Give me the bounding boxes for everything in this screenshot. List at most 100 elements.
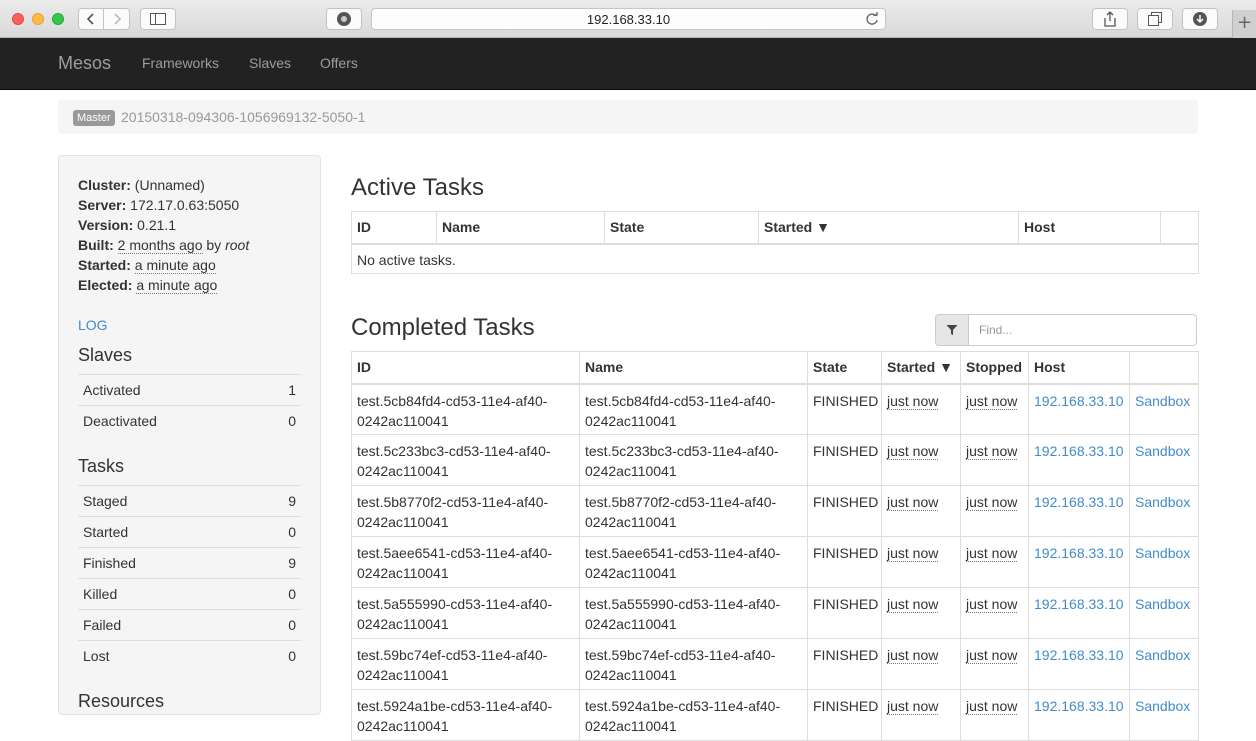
table-cell: test.5c233bc3-cd53-11e4-af40-0242ac11004… bbox=[579, 434, 808, 486]
download-icon bbox=[1193, 12, 1207, 26]
built-time[interactable]: 2 months ago bbox=[117, 237, 203, 254]
tasks-stats: Staged 9 Started 0 Finished 9 Killed 0 F… bbox=[78, 485, 301, 671]
task-sandbox-link[interactable]: Sandbox bbox=[1135, 698, 1190, 714]
address-bar[interactable]: 192.168.33.10 bbox=[371, 8, 886, 30]
zoom-window-button[interactable] bbox=[52, 13, 64, 25]
server-value: 172.17.0.63:5050 bbox=[130, 197, 240, 213]
table-row: test.5cb84fd4-cd53-11e4-af40-0242ac11004… bbox=[351, 383, 1199, 435]
stat-row-finished: Finished 9 bbox=[78, 547, 301, 578]
column-header-state[interactable]: State bbox=[604, 211, 759, 245]
brand-link[interactable]: Mesos bbox=[58, 53, 111, 74]
task-sandbox-link[interactable]: Sandbox bbox=[1135, 596, 1190, 612]
task-started-cell[interactable]: just now bbox=[887, 545, 939, 562]
downloads-button[interactable] bbox=[1182, 8, 1218, 30]
shield-icon bbox=[337, 12, 351, 26]
task-sandbox-link[interactable]: Sandbox bbox=[1135, 393, 1190, 409]
slaves-stats: Activated 1 Deactivated 0 bbox=[78, 374, 301, 436]
task-stopped-cell[interactable]: just now bbox=[966, 545, 1018, 562]
table-cell: test.59bc74ef-cd53-11e4-af40-0242ac11004… bbox=[351, 638, 580, 690]
share-button[interactable] bbox=[1092, 8, 1128, 30]
started-time[interactable]: a minute ago bbox=[134, 257, 216, 274]
tabs-icon bbox=[1148, 12, 1162, 26]
table-cell: 192.168.33.10 bbox=[1028, 536, 1130, 588]
task-stopped-cell[interactable]: just now bbox=[966, 494, 1018, 511]
task-started-cell[interactable]: just now bbox=[887, 443, 939, 460]
nav-slaves-link[interactable]: Slaves bbox=[249, 55, 291, 71]
built-info: Built: 2 months ago by root bbox=[78, 237, 249, 254]
task-started-cell[interactable]: just now bbox=[887, 647, 939, 664]
task-started-cell[interactable]: just now bbox=[887, 494, 939, 511]
tabs-overview-button[interactable] bbox=[1137, 8, 1173, 30]
task-started-cell[interactable]: just now bbox=[887, 392, 939, 410]
task-state-cell: FINISHED bbox=[813, 392, 879, 409]
nav-frameworks-link[interactable]: Frameworks bbox=[142, 55, 219, 71]
forward-button[interactable] bbox=[103, 8, 130, 30]
task-host-link[interactable]: 192.168.33.10 bbox=[1034, 393, 1124, 409]
task-host-link[interactable]: 192.168.33.10 bbox=[1034, 647, 1124, 663]
close-window-button[interactable] bbox=[12, 13, 24, 25]
nav-offers-link[interactable]: Offers bbox=[320, 55, 358, 71]
column-header-state[interactable]: State bbox=[807, 351, 882, 385]
task-host-link[interactable]: 192.168.33.10 bbox=[1034, 545, 1124, 561]
stat-value: 0 bbox=[288, 413, 296, 429]
browser-toolbar: 192.168.33.10 + bbox=[0, 0, 1256, 38]
task-stopped-cell[interactable]: just now bbox=[966, 392, 1018, 410]
column-header-id[interactable]: ID bbox=[351, 351, 580, 385]
task-host-link[interactable]: 192.168.33.10 bbox=[1034, 443, 1124, 459]
task-stopped-cell[interactable]: just now bbox=[966, 698, 1018, 715]
started-info: Started: a minute ago bbox=[78, 257, 216, 274]
task-sandbox-link[interactable]: Sandbox bbox=[1135, 647, 1190, 663]
task-filter bbox=[935, 314, 1197, 346]
table-row: test.5924a1be-cd53-11e4-af40-0242ac11004… bbox=[351, 689, 1199, 741]
column-header-stopped[interactable]: Stopped bbox=[960, 351, 1029, 385]
task-sandbox-link[interactable]: Sandbox bbox=[1135, 545, 1190, 561]
column-header-started[interactable]: Started ▼ bbox=[758, 211, 1019, 245]
new-tab-button[interactable]: + bbox=[1232, 10, 1256, 38]
empty-message: No active tasks. bbox=[351, 243, 1199, 274]
log-link[interactable]: LOG bbox=[78, 317, 108, 333]
task-id-cell: test.5b8770f2-cd53-11e4-af40-0242ac11004… bbox=[357, 494, 549, 530]
task-id-cell: test.5aee6541-cd53-11e4-af40-0242ac11004… bbox=[357, 545, 553, 581]
task-host-link[interactable]: 192.168.33.10 bbox=[1034, 494, 1124, 510]
task-name-cell: test.5a555990-cd53-11e4-af40-0242ac11004… bbox=[585, 596, 781, 632]
task-id-cell: test.59bc74ef-cd53-11e4-af40-0242ac11004… bbox=[357, 647, 548, 683]
stat-value: 0 bbox=[288, 524, 296, 540]
task-sandbox-link[interactable]: Sandbox bbox=[1135, 494, 1190, 510]
task-stopped-cell[interactable]: just now bbox=[966, 443, 1018, 460]
column-header-name[interactable]: Name bbox=[579, 351, 808, 385]
task-host-link[interactable]: 192.168.33.10 bbox=[1034, 698, 1124, 714]
column-header-started[interactable]: Started ▼ bbox=[881, 351, 961, 385]
task-started-cell[interactable]: just now bbox=[887, 698, 939, 715]
plus-icon: + bbox=[1236, 12, 1253, 33]
stat-label: Deactivated bbox=[83, 413, 157, 429]
column-header-host[interactable]: Host bbox=[1018, 211, 1161, 245]
minimize-window-button[interactable] bbox=[32, 13, 44, 25]
column-header-id[interactable]: ID bbox=[351, 211, 437, 245]
column-header-name[interactable]: Name bbox=[436, 211, 605, 245]
active-tasks-heading: Active Tasks bbox=[351, 174, 484, 201]
table-cell: Sandbox bbox=[1129, 689, 1199, 741]
task-stopped-cell[interactable]: just now bbox=[966, 647, 1018, 664]
table-cell: test.5c233bc3-cd53-11e4-af40-0242ac11004… bbox=[351, 434, 580, 486]
table-cell: FINISHED bbox=[807, 536, 882, 588]
task-id-cell: test.5a555990-cd53-11e4-af40-0242ac11004… bbox=[357, 596, 553, 632]
sidebar-toggle-button[interactable] bbox=[140, 8, 176, 30]
task-host-link[interactable]: 192.168.33.10 bbox=[1034, 596, 1124, 612]
task-sandbox-link[interactable]: Sandbox bbox=[1135, 443, 1190, 459]
privacy-button[interactable] bbox=[326, 8, 362, 30]
table-cell: FINISHED bbox=[807, 587, 882, 639]
task-started-cell[interactable]: just now bbox=[887, 596, 939, 613]
filter-button[interactable] bbox=[935, 314, 969, 346]
find-input[interactable] bbox=[968, 314, 1197, 346]
table-row: test.5c233bc3-cd53-11e4-af40-0242ac11004… bbox=[351, 434, 1199, 486]
column-header-host[interactable]: Host bbox=[1028, 351, 1130, 385]
master-id: 20150318-094306-1056969132-5050-1 bbox=[121, 109, 366, 125]
address-text: 192.168.33.10 bbox=[586, 11, 671, 27]
reload-icon[interactable] bbox=[865, 12, 879, 29]
task-stopped-cell[interactable]: just now bbox=[966, 596, 1018, 613]
table-cell: just now bbox=[960, 689, 1029, 741]
table-cell: 192.168.33.10 bbox=[1028, 638, 1130, 690]
back-button[interactable] bbox=[78, 8, 104, 30]
task-state-cell: FINISHED bbox=[813, 698, 879, 714]
elected-time[interactable]: a minute ago bbox=[136, 277, 218, 294]
